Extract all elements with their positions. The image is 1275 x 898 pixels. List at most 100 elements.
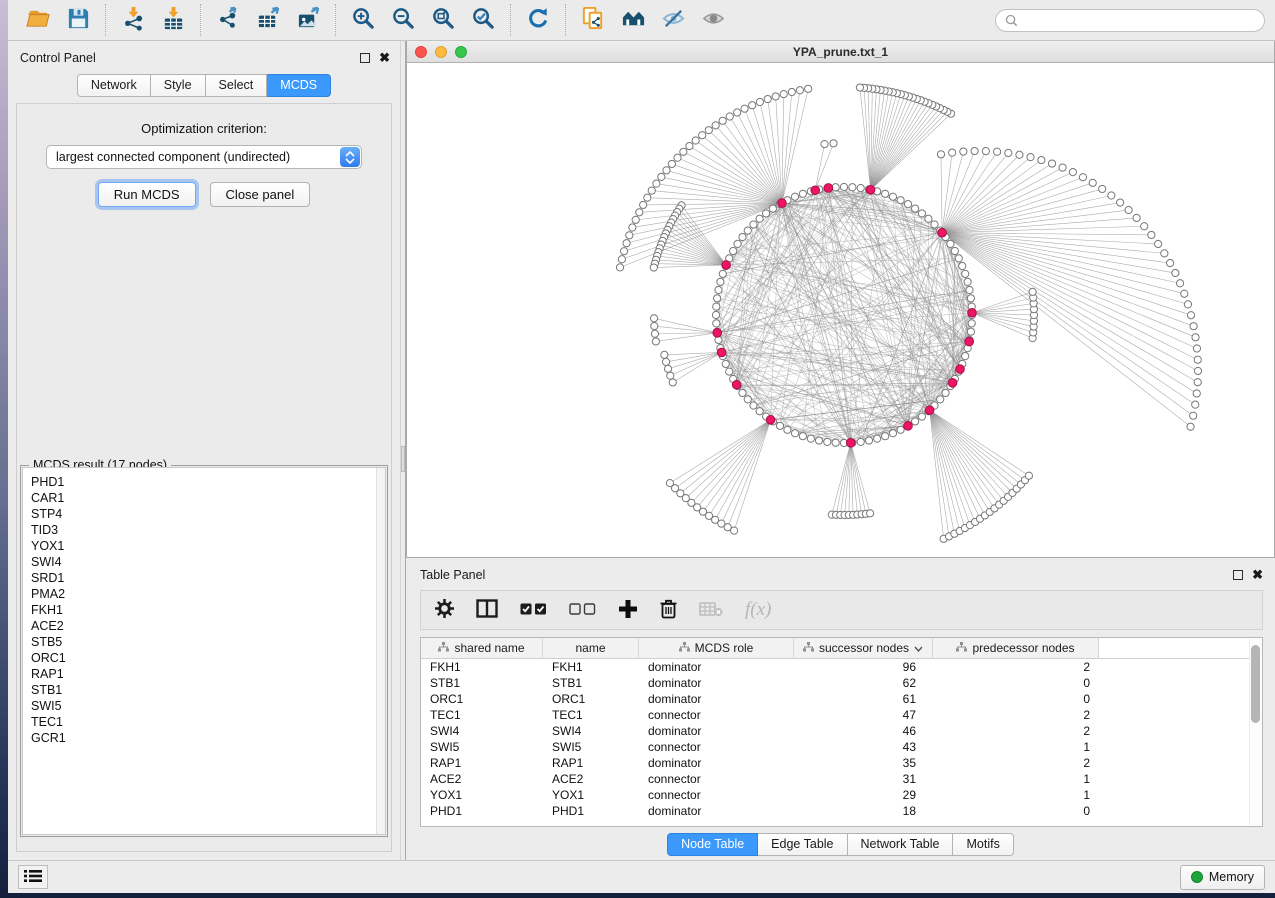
table-cell: dominator (639, 755, 794, 771)
optimization-criterion-select[interactable]: largest connected component (undirected) (46, 145, 362, 169)
export-table-button[interactable] (248, 3, 288, 37)
network-canvas[interactable] (407, 63, 1274, 557)
mcds-result-item[interactable]: STB5 (31, 634, 377, 650)
mcds-result-item[interactable]: ACE2 (31, 618, 377, 634)
mcds-result-item[interactable]: FKH1 (31, 602, 377, 618)
network-window-titlebar[interactable]: YPA_prune.txt_1 (407, 41, 1274, 63)
column-header-MCDS-role[interactable]: MCDS role (639, 638, 794, 658)
tab-select[interactable]: Select (206, 74, 268, 97)
mcds-result-item[interactable]: GCR1 (31, 730, 377, 746)
float-table-panel-icon[interactable] (1233, 570, 1243, 580)
tab-style[interactable]: Style (151, 74, 206, 97)
import-network-button[interactable] (113, 3, 153, 37)
mcds-result-item[interactable]: CAR1 (31, 490, 377, 506)
panel-divider[interactable] (400, 41, 406, 860)
window-maximize-icon[interactable] (455, 46, 467, 58)
export-network-button[interactable] (208, 3, 248, 37)
table-row[interactable]: SWI5SWI5connector431 (421, 739, 1262, 755)
mcds-result-item[interactable]: TID3 (31, 522, 377, 538)
add-column-button[interactable] (618, 599, 638, 622)
table-row[interactable]: FKH1FKH1dominator962 (421, 659, 1262, 675)
mcds-result-item[interactable]: TEC1 (31, 714, 377, 730)
table-row[interactable]: RAP1RAP1dominator352 (421, 755, 1262, 771)
open-file-button[interactable] (18, 3, 58, 37)
table-cell: ACE2 (543, 771, 639, 787)
table-cell: 96 (794, 659, 933, 675)
mcds-result-item[interactable]: SRD1 (31, 570, 377, 586)
tab-network[interactable]: Network (77, 74, 151, 97)
table-cell: 35 (794, 755, 933, 771)
import-network-icon (121, 6, 146, 34)
mcds-result-item[interactable]: PMA2 (31, 586, 377, 602)
network-graph[interactable] (407, 63, 1274, 557)
memory-button[interactable]: Memory (1180, 865, 1265, 890)
tab-mcds[interactable]: MCDS (267, 74, 331, 97)
import-table-button[interactable] (153, 3, 193, 37)
mcds-result-item[interactable]: ORC1 (31, 650, 377, 666)
table-cell: 18 (794, 803, 933, 819)
mcds-result-item[interactable]: STP4 (31, 506, 377, 522)
window-close-icon[interactable] (415, 46, 427, 58)
table-cell: 2 (933, 723, 1099, 739)
table-cell: 1 (933, 771, 1099, 787)
mcds-result-item[interactable]: SWI5 (31, 698, 377, 714)
table-row[interactable]: SWI4SWI4dominator462 (421, 723, 1262, 739)
deselect-all-button[interactable] (569, 602, 596, 618)
mcds-result-item[interactable]: YOX1 (31, 538, 377, 554)
table-tab-edge-table[interactable]: Edge Table (758, 833, 847, 856)
mcds-result-item[interactable]: RAP1 (31, 666, 377, 682)
mcds-result-item[interactable]: SWI4 (31, 554, 377, 570)
float-panel-icon[interactable] (360, 53, 370, 63)
criterion-value: largest connected component (undirected) (56, 150, 290, 164)
mcds-result-item[interactable]: STB1 (31, 682, 377, 698)
mcds-result-item[interactable]: PHD1 (31, 474, 377, 490)
select-all-button[interactable] (520, 602, 547, 618)
close-panel-button[interactable]: Close panel (210, 182, 311, 207)
table-scrollbar[interactable] (1249, 639, 1262, 825)
table-toolbar: f(x) (420, 590, 1263, 630)
delete-column-button[interactable] (660, 599, 677, 622)
table-row[interactable]: PHD1PHD1dominator180 (421, 803, 1262, 819)
table-tab-node-table[interactable]: Node Table (667, 833, 758, 856)
table-tab-motifs[interactable]: Motifs (953, 833, 1013, 856)
tree-icon (679, 641, 690, 655)
columns-icon (476, 599, 498, 621)
table-scrollbar-thumb[interactable] (1251, 645, 1260, 723)
table-row[interactable]: YOX1YOX1connector291 (421, 787, 1262, 803)
mcds-result-group: MCDS result (17 nodes) PHD1CAR1STP4TID3Y… (20, 465, 388, 837)
zoom-out-button[interactable] (383, 3, 423, 37)
column-header-predecessor-nodes[interactable]: predecessor nodes (933, 638, 1099, 658)
save-session-button[interactable] (58, 3, 98, 37)
table-row[interactable]: ORC1ORC1dominator610 (421, 691, 1262, 707)
table-row[interactable]: TEC1TEC1connector472 (421, 707, 1262, 723)
column-header-name[interactable]: name (543, 638, 639, 658)
mcds-list-scrollbar[interactable] (376, 468, 385, 834)
hide-selection-button[interactable] (653, 3, 693, 37)
zoom-in-button[interactable] (343, 3, 383, 37)
table-row[interactable]: ACE2ACE2connector311 (421, 771, 1262, 787)
delete-table-icon (699, 601, 723, 620)
table-cell: 0 (933, 675, 1099, 691)
column-header-shared-name[interactable]: shared name (421, 638, 543, 658)
table-row[interactable]: STB1STB1dominator620 (421, 675, 1262, 691)
column-header-successor-nodes[interactable]: successor nodes (794, 638, 933, 658)
first-neighbors-button[interactable] (613, 3, 653, 37)
export-image-button[interactable] (288, 3, 328, 37)
run-mcds-button[interactable]: Run MCDS (98, 182, 196, 207)
table-tab-network-table[interactable]: Network Table (848, 833, 954, 856)
delete-table-button[interactable] (699, 601, 723, 620)
new-network-from-selection-button[interactable] (573, 3, 613, 37)
show-all-button[interactable] (693, 3, 733, 37)
show-columns-button[interactable] (476, 599, 498, 621)
window-minimize-icon[interactable] (435, 46, 447, 58)
refresh-view-button[interactable] (518, 3, 558, 37)
close-table-panel-icon[interactable]: ✖ (1252, 570, 1263, 580)
zoom-fit-button[interactable] (423, 3, 463, 37)
function-builder-button[interactable]: f(x) (745, 599, 771, 621)
control-panel: Control Panel ✖ NetworkStyleSelectMCDS O… (8, 41, 400, 860)
table-settings-button[interactable] (435, 599, 454, 621)
search-input[interactable] (1023, 13, 1255, 27)
zoom-selected-button[interactable] (463, 3, 503, 37)
close-panel-icon[interactable]: ✖ (379, 53, 390, 63)
task-history-button[interactable] (18, 865, 48, 889)
